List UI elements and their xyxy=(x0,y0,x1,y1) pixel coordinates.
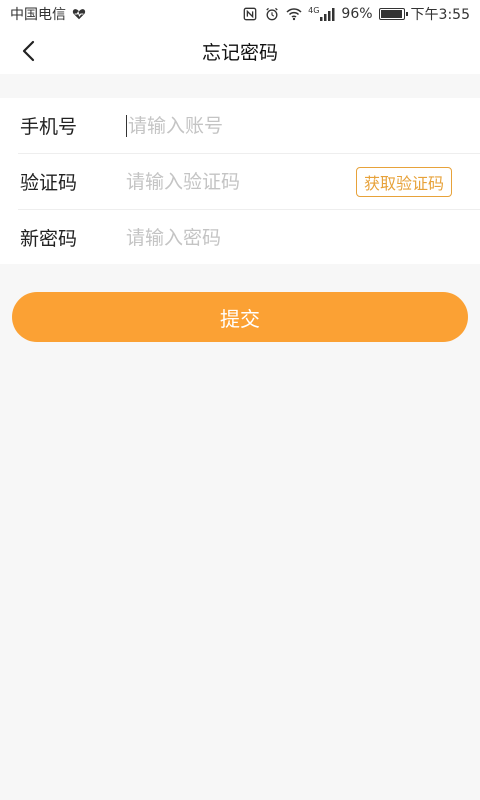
wifi-icon xyxy=(286,8,302,21)
password-row: 新密码 xyxy=(18,209,480,265)
back-button[interactable] xyxy=(14,36,44,66)
status-right: 4G 96% 下午3:55 xyxy=(242,4,470,24)
password-input[interactable] xyxy=(126,226,336,249)
code-row: 验证码 获取验证码 xyxy=(18,153,480,209)
status-bar: 中国电信 4G 96% 下午3:55 xyxy=(0,0,480,28)
nav-bar: 忘记密码 xyxy=(0,28,480,74)
get-code-button[interactable]: 获取验证码 xyxy=(355,167,452,197)
submit-button[interactable]: 提交 xyxy=(12,292,468,342)
text-caret xyxy=(126,114,127,137)
heart-rate-icon xyxy=(72,9,86,20)
page-title: 忘记密码 xyxy=(201,41,278,64)
battery-fill xyxy=(380,10,402,18)
phone-row: 手机号 xyxy=(0,98,480,153)
code-label: 验证码 xyxy=(20,172,78,194)
form-card: 手机号 验证码 获取验证码 新密码 xyxy=(0,98,480,264)
signal-icon xyxy=(320,8,335,21)
phone-label: 手机号 xyxy=(20,116,78,138)
chevron-left-icon xyxy=(22,40,35,62)
status-left: 中国电信 xyxy=(10,4,86,24)
alarm-icon xyxy=(266,7,278,21)
phone-input[interactable] xyxy=(128,114,338,137)
battery-percent: 96% xyxy=(341,6,373,22)
clock: 下午3:55 xyxy=(410,7,470,23)
network-type-label: 4G xyxy=(308,6,320,15)
battery-icon xyxy=(378,8,408,20)
signal-group: 4G xyxy=(308,7,335,21)
nfc-icon xyxy=(243,7,257,21)
carrier-label: 中国电信 xyxy=(10,7,66,23)
code-input[interactable] xyxy=(126,170,336,193)
password-label: 新密码 xyxy=(20,228,78,250)
